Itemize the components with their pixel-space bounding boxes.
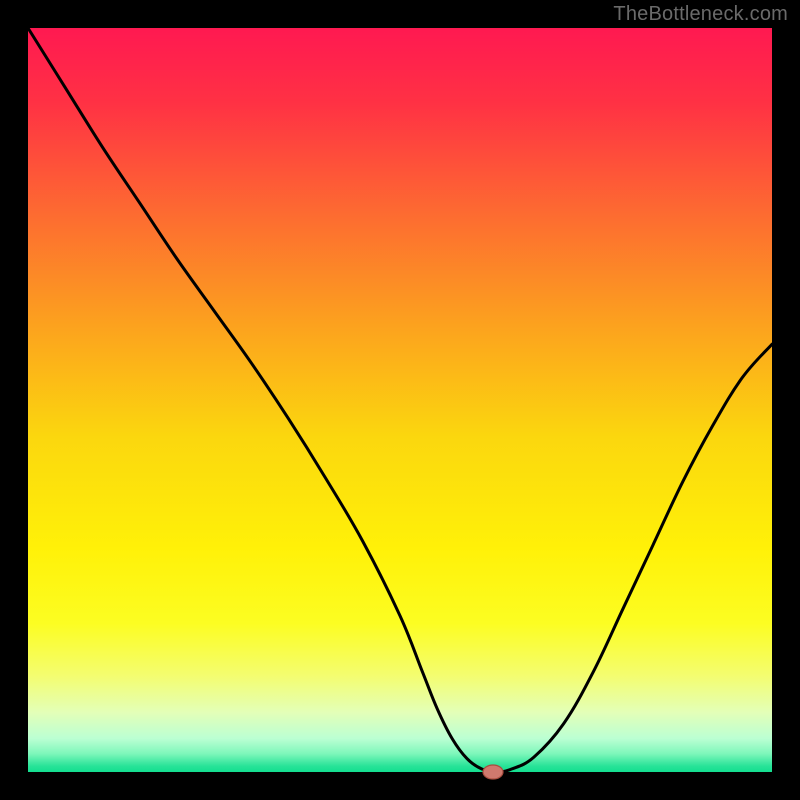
watermark-text: TheBottleneck.com — [613, 3, 788, 26]
chart-plot-background — [28, 28, 772, 772]
bottleneck-chart: TheBottleneck.com — [0, 0, 800, 800]
chart-svg — [0, 0, 800, 800]
optimal-point-marker — [483, 765, 503, 779]
